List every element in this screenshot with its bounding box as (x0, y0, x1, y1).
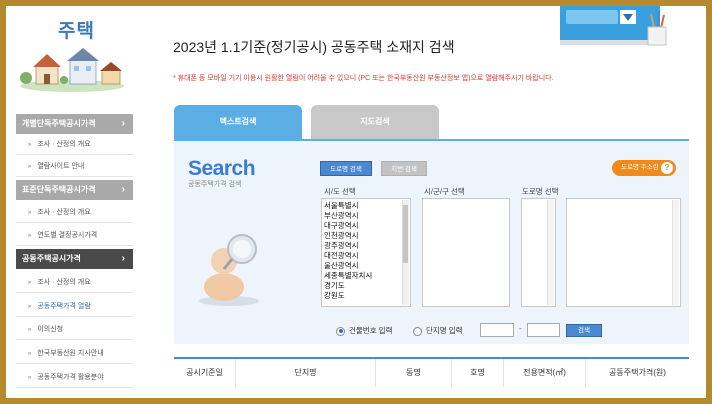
bullet-icon: » (28, 327, 32, 333)
building-main-number-input[interactable] (480, 323, 514, 337)
sidebar-item-label: 공동주택가격 열람 (37, 303, 91, 310)
sidebar-item-apartment-price-view[interactable]: » 공동주택가격 열람 (16, 296, 133, 317)
mobile-notice: * 휴대폰 등 모바일 기기 이용시 원활한 열람이 어려울 수 있으니 (PC… (173, 75, 554, 82)
sidebar-item-standard-yearly[interactable]: » 연도별 결정공시가격 (16, 225, 133, 246)
results-table-header: 공시기준일 단지명 동명 호명 전용면적(㎡) 공동주택가격(원) (174, 357, 689, 387)
bullet-icon: » (28, 210, 32, 216)
radio-checked-icon[interactable] (336, 326, 345, 336)
sidebar-item-usage[interactable]: » 공동주택가격 활용분야 (16, 367, 133, 388)
complex-name-radio-label: 단지명 입력 (426, 326, 463, 335)
building-sub-number-input[interactable] (527, 323, 560, 337)
page-frame: 주택 개별단독주택공시가격 › » 조사 · 산정의 개요 » 열람사이트 안내 표… (6, 6, 706, 398)
sidebar-item-objection[interactable]: » 이의신청 (16, 319, 133, 340)
sidebar-item-branch-info[interactable]: » 한국부동산원 지사안내 (16, 343, 133, 364)
sidebar-item-label: 조사 · 산정의 개요 (37, 141, 91, 148)
sidebar-item-standard-overview[interactable]: » 조사 · 산정의 개요 (16, 202, 133, 223)
sido-label: 시/도 선택 (324, 187, 356, 196)
sido-options: 서울특별시 부산광역시 대구광역시 인천광역시 광주광역시 대전광역시 울산광역시 세종특별자… (322, 199, 410, 301)
user-avatar-illustration (199, 234, 259, 306)
sido-option[interactable]: 인천광역시 (324, 231, 410, 241)
tab-text-search[interactable]: 텍스트검색 (174, 105, 302, 139)
bullet-icon: » (28, 375, 32, 381)
road-name-scrollbar[interactable] (672, 200, 679, 305)
sigungu-listbox[interactable] (422, 198, 510, 307)
sidebar-item-apartment-overview[interactable]: » 조사 · 산정의 개요 (16, 272, 133, 293)
sido-option[interactable]: 광주광역시 (324, 241, 410, 251)
question-icon: ? (661, 162, 673, 174)
sido-option[interactable]: 강원도 (324, 291, 410, 301)
tab-map-search[interactable]: 지도검색 (311, 105, 439, 139)
table-header-cell: 단지명 (236, 359, 376, 387)
bullet-icon: » (28, 304, 32, 310)
sido-option[interactable]: 부산광역시 (324, 211, 410, 221)
sidebar-title: 주택 (58, 21, 95, 42)
sido-option[interactable]: 경기도 (324, 281, 410, 291)
search-button[interactable]: 검색 (566, 324, 602, 337)
bullet-icon: » (28, 164, 32, 170)
road-name-listbox[interactable] (566, 198, 681, 307)
table-header-cell: 호명 (452, 359, 504, 387)
sidebar-group-standard-house[interactable]: 표준단독주택공시가격 › (16, 180, 133, 200)
table-header-cell: 전용면적(㎡) (504, 359, 586, 387)
sidebar: 주택 개별단독주택공시가격 › » 조사 · 산정의 개요 » 열람사이트 안내 표… (6, 6, 134, 398)
sidebar-group-individual-house[interactable]: 개별단독주택공시가격 › (16, 114, 133, 134)
sidebar-item-label: 이의신청 (37, 326, 64, 333)
road-label: 도로명 선택 (522, 187, 559, 196)
bullet-icon: » (28, 280, 32, 286)
sidebar-item-label: 연도별 결정공시가격 (37, 232, 98, 239)
chevron-right-icon: › (121, 184, 125, 195)
pencil-cup-illustration (647, 11, 667, 46)
road-initial-scrollbar[interactable] (547, 200, 554, 305)
road-name-search-button[interactable]: 도로명 검색 (320, 161, 372, 176)
complex-name-radio[interactable]: 단지명 입력 (413, 325, 463, 336)
sido-option[interactable]: 대구광역시 (324, 221, 410, 231)
sidebar-item-label: 조사 · 산정의 개요 (37, 209, 91, 216)
lot-number-search-button[interactable]: 지번 검색 (381, 161, 427, 176)
sido-listbox[interactable]: 서울특별시 부산광역시 대구광역시 인천광역시 광주광역시 대전광역시 울산광역시 세종특별자… (321, 198, 411, 307)
sidebar-item-individual-overview[interactable]: » 조사 · 산정의 개요 (16, 134, 133, 155)
sidebar-group-label: 표준단독주택공시가격 (22, 185, 96, 194)
search-logo: Search 공동주택가격 검색 (188, 157, 256, 189)
sido-scrollbar-thumb[interactable] (403, 205, 408, 263)
sidebar-group-label: 공동주택공시가격 (22, 254, 81, 263)
chevron-right-icon: › (121, 118, 125, 129)
building-number-radio-label: 건물번호 입력 (349, 326, 393, 335)
bullet-icon: » (28, 142, 32, 148)
building-number-radio[interactable]: 건물번호 입력 (336, 325, 392, 336)
search-heading: Search (188, 157, 256, 180)
sidebar-item-label: 공동주택가격 활용분야 (37, 374, 104, 381)
table-header-cell: 공동주택가격(원) (609, 368, 666, 377)
sidebar-item-individual-sites[interactable]: » 열람사이트 안내 (16, 156, 133, 177)
sido-option[interactable]: 대전광역시 (324, 251, 410, 261)
sido-option[interactable]: 울산광역시 (324, 261, 410, 271)
page-title: 2023년 1.1기준(정기공시) 공동주택 소재지 검색 (173, 39, 455, 55)
number-separator: - (519, 324, 522, 333)
bullet-icon: » (28, 351, 32, 357)
sidebar-item-label: 한국부동산원 지사안내 (37, 350, 104, 357)
road-initial-listbox[interactable] (521, 198, 556, 307)
sidebar-item-label: 열람사이트 안내 (37, 163, 85, 170)
sidebar-group-label: 개별단독주택공시가격 (22, 119, 96, 128)
sido-option[interactable]: 서울특별시 (324, 201, 410, 211)
main-content: 2023년 1.1기준(정기공시) 공동주택 소재지 검색 * 휴대폰 등 모바… (134, 6, 706, 398)
table-header-cell: 동명 (376, 359, 452, 387)
sigungu-label: 시/군/구 선택 (424, 187, 465, 196)
houses-illustration (20, 48, 124, 92)
table-header-cell: 공시기준일 (174, 359, 236, 387)
chevron-right-icon: › (121, 253, 125, 264)
help-button-label: 도로명 주소란 (621, 164, 659, 171)
radio-unchecked-icon[interactable] (413, 326, 422, 336)
sidebar-item-label: 조사 · 산정의 개요 (37, 279, 91, 286)
sido-option[interactable]: 세종특별자치시 (324, 271, 410, 281)
road-address-help-button[interactable]: 도로명 주소란 ? (612, 160, 676, 176)
bullet-icon: » (28, 233, 32, 239)
sidebar-group-apartment[interactable]: 공동주택공시가격 › (16, 249, 133, 269)
search-panel: Search 공동주택가격 검색 도로명 검색 지번 검색 도로명 주소란 ? … (174, 139, 689, 344)
